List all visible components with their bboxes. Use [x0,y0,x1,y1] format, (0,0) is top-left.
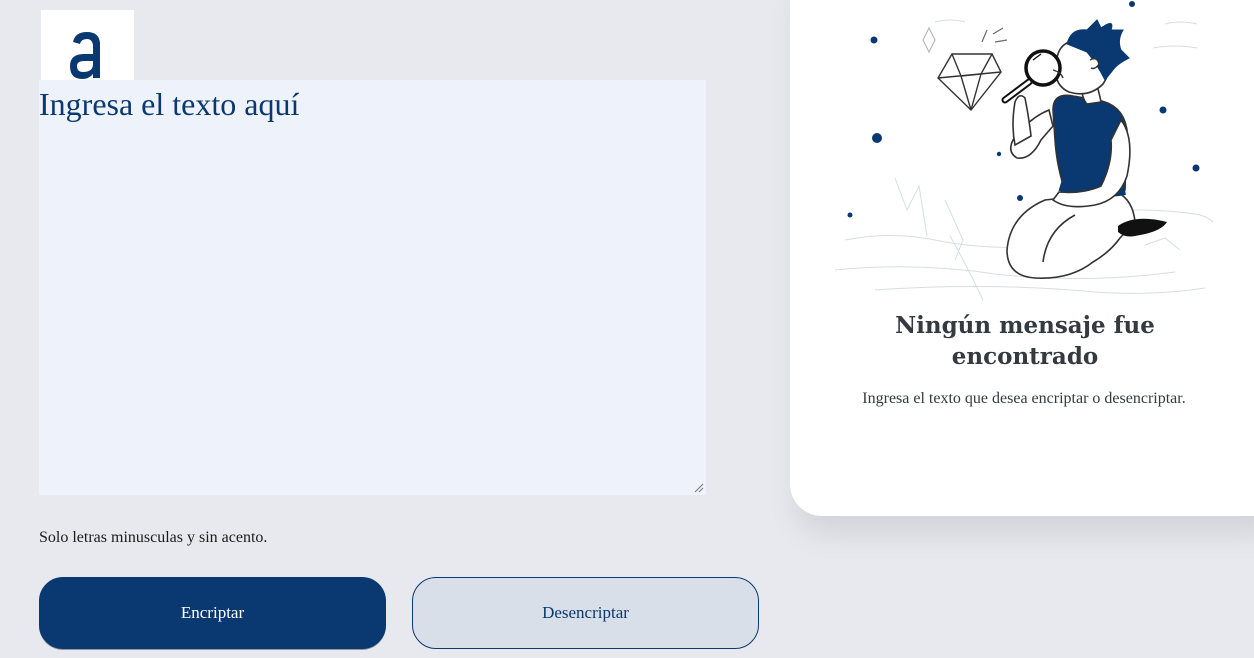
encrypt-button[interactable]: Encriptar [39,577,386,649]
decrypt-button[interactable]: Desencriptar [412,577,759,649]
no-message-description: Ingresa el texto que desea encriptar o d… [862,390,1186,407]
message-input[interactable] [39,80,706,495]
page: Solo letras minusculas y sin acento. Enc… [0,0,1254,658]
input-hint: Solo letras minusculas y sin acento. [39,529,268,546]
resize-grip-icon[interactable] [694,483,704,493]
alura-logo-icon [70,32,100,79]
no-message-title: Ningún mensaje fue encontrado [895,312,1155,370]
logo[interactable] [41,10,134,82]
person-with-magnifier-illustration [835,1,1214,301]
